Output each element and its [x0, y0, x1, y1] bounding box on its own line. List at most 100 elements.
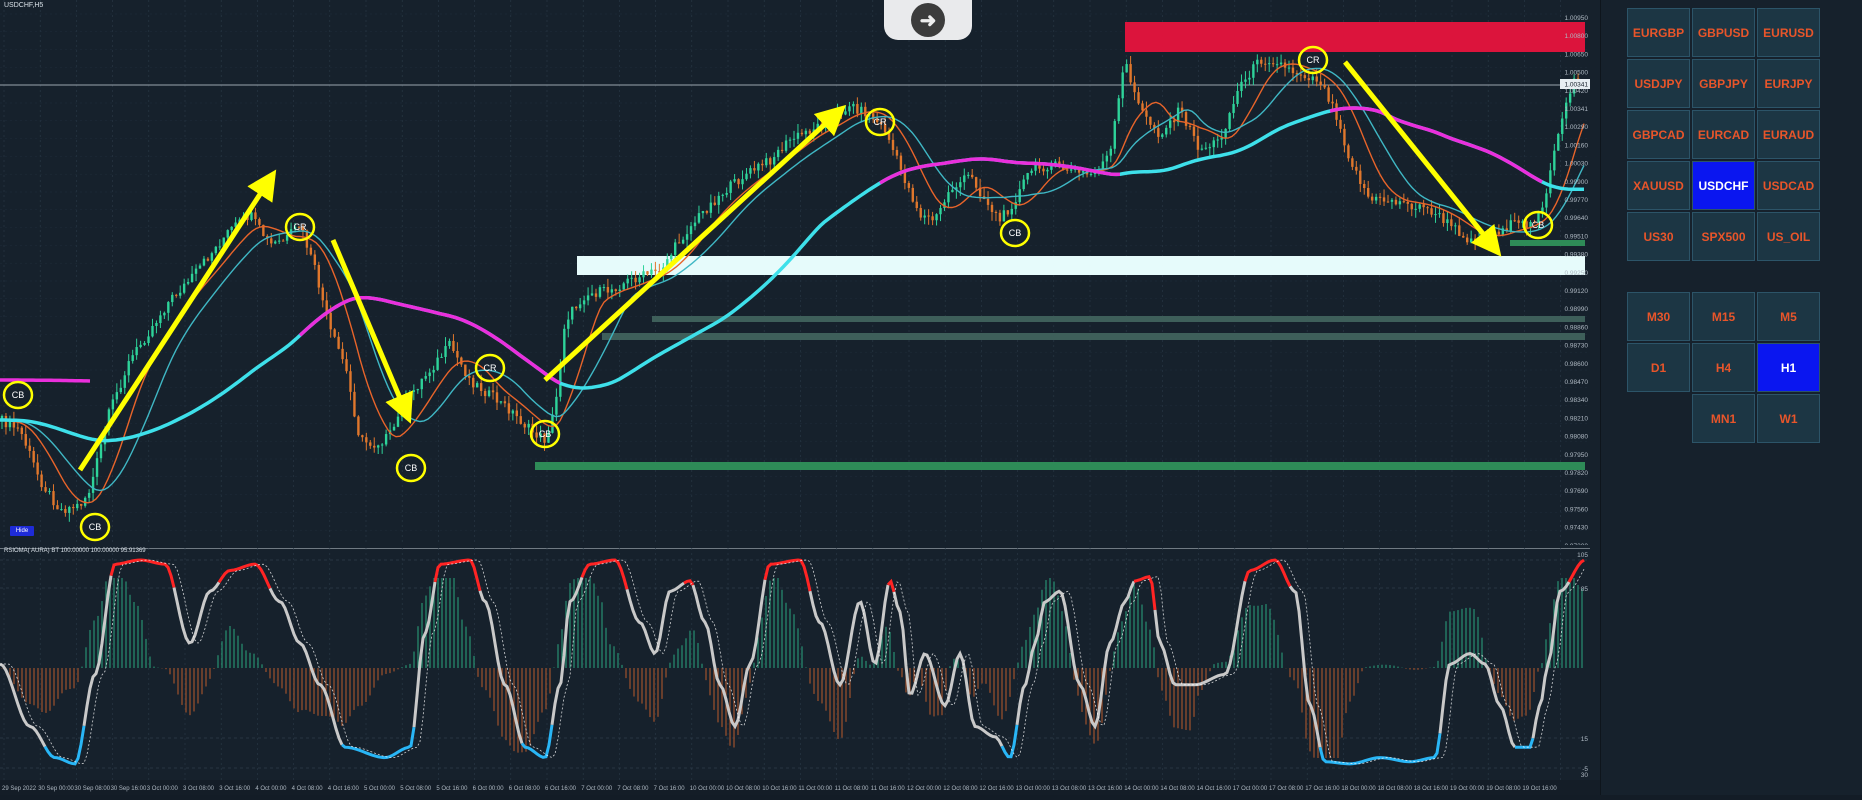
candle-body — [1275, 64, 1279, 66]
price-axis-label: 0.99120 — [1565, 288, 1589, 295]
candle-body — [1149, 116, 1152, 125]
tile-h1[interactable]: H1 — [1757, 343, 1820, 392]
tile-eurcad[interactable]: EURCAD — [1692, 110, 1755, 159]
candle-body — [840, 111, 843, 115]
tile-eurjpy[interactable]: EURJPY — [1757, 59, 1820, 108]
candle-body — [80, 503, 83, 506]
tile-us_oil[interactable]: US_OIL — [1757, 212, 1820, 261]
tile-euraud[interactable]: EURAUD — [1757, 110, 1820, 159]
candle-body — [1418, 204, 1421, 209]
candle-body — [1351, 158, 1354, 167]
candle-body — [1240, 81, 1243, 92]
candle-body — [971, 174, 974, 178]
tile-gbpcad[interactable]: GBPCAD — [1627, 110, 1690, 159]
candle-body — [1517, 220, 1520, 223]
support-line-minor-2 — [602, 333, 1585, 340]
signal-marker-label: CB — [1009, 228, 1022, 238]
candle-body — [163, 312, 166, 316]
candle-body — [1319, 81, 1322, 86]
candle-body — [380, 444, 384, 446]
tile-us30[interactable]: US30 — [1627, 212, 1690, 261]
tile-m15[interactable]: M15 — [1692, 292, 1755, 341]
oscillator-chart[interactable]: 1058515-530 — [0, 548, 1590, 780]
candle-body — [16, 427, 20, 429]
candle-body — [1184, 112, 1188, 126]
candle-body — [800, 132, 804, 135]
tile-mn1[interactable]: MN1 — [1692, 394, 1755, 443]
ma-slow-pink-segment-0 — [0, 378, 91, 383]
candle-body — [1188, 125, 1192, 127]
tile-spx500[interactable]: SPX500 — [1692, 212, 1755, 261]
candle-body — [856, 103, 859, 114]
time-axis-label: 3 Oct 00:00 — [147, 786, 179, 792]
candle-body — [1291, 67, 1295, 74]
candle-body — [503, 401, 507, 404]
tile-d1[interactable]: D1 — [1627, 343, 1690, 392]
candle-body — [1026, 173, 1029, 180]
candle-body — [951, 189, 954, 193]
candle-body — [186, 282, 190, 284]
resistance-zone — [1125, 22, 1585, 52]
candle-body — [753, 168, 756, 171]
candle-body — [523, 423, 526, 428]
tile-m5[interactable]: M5 — [1757, 292, 1820, 341]
candle-body — [1109, 148, 1112, 156]
candle-body — [1561, 118, 1564, 134]
candle-body — [1121, 72, 1124, 99]
tile-gbpusd[interactable]: GBPUSD — [1692, 8, 1755, 57]
candle-body — [1101, 161, 1105, 170]
candle-body — [1553, 150, 1556, 171]
candle-body — [432, 369, 435, 373]
candle-body — [1117, 98, 1120, 122]
time-axis-label: 11 Oct 00:00 — [798, 786, 833, 792]
time-axis-label: 7 Oct 00:00 — [581, 786, 613, 792]
symbol-title: USDCHF,H5 — [4, 2, 44, 9]
price-axis-label: 0.97820 — [1565, 470, 1589, 477]
time-axis-label: 6 Oct 16:00 — [545, 786, 577, 792]
candle-body — [1137, 92, 1140, 104]
time-axis-label: 17 Oct 00:00 — [1233, 786, 1268, 792]
candle-body — [1545, 193, 1548, 208]
tile-w1[interactable]: W1 — [1757, 394, 1820, 443]
candle-body — [745, 173, 748, 180]
candle-body — [99, 444, 103, 459]
candle-body — [998, 212, 1002, 222]
tile-h4[interactable]: H4 — [1692, 343, 1755, 392]
candle-body — [852, 103, 855, 107]
price-axis-label: 0.99250 — [1565, 270, 1589, 277]
time-axis-label: 5 Oct 00:00 — [364, 786, 396, 792]
tile-xauusd[interactable]: XAUUSD — [1627, 161, 1690, 210]
candle-body — [392, 426, 396, 431]
tile-eurgbp[interactable]: EURGBP — [1627, 8, 1690, 57]
candle-body — [483, 390, 487, 397]
hide-button[interactable]: Hide — [10, 526, 34, 536]
tile-usdchf[interactable]: USDCHF — [1692, 161, 1755, 210]
price-axis-label: 0.97690 — [1565, 488, 1589, 495]
candle-body — [693, 222, 697, 227]
candle-body — [1303, 75, 1307, 79]
support-line-minor-1 — [652, 316, 1585, 322]
tile-m30[interactable]: M30 — [1627, 292, 1690, 341]
signal-marker-label: CB — [1532, 220, 1545, 230]
candle-body — [76, 503, 79, 509]
candle-body — [1070, 169, 1073, 171]
price-axis-label: 0.97300 — [1565, 543, 1589, 545]
candle-body — [444, 346, 447, 357]
candle-body — [424, 376, 427, 379]
tile-usdcad[interactable]: USDCAD — [1757, 161, 1820, 210]
remote-control-button[interactable]: ➜ — [884, 0, 972, 40]
price-chart[interactable]: CB CB CR CB CR CB CR CB CR CB 1.00950 1.00800 1.006… — [0, 0, 1590, 545]
price-axis-label: 0.98600 — [1565, 361, 1589, 368]
trading-terminal: CB CB CR CB CR CB CR CB CR CB 1.00950 1.00800 1.006… — [0, 0, 1862, 795]
time-axis-label: 14 Oct 16:00 — [1197, 786, 1232, 792]
tile-gbpjpy[interactable]: GBPJPY — [1692, 59, 1755, 108]
candle-body — [151, 325, 154, 337]
tile-usdjpy[interactable]: USDJPY — [1627, 59, 1690, 108]
candle-body — [729, 181, 732, 193]
tile-eurusd[interactable]: EURUSD — [1757, 8, 1820, 57]
candle-body — [1030, 170, 1033, 174]
candle-body — [472, 377, 475, 388]
candle-body — [598, 287, 602, 297]
candle-body — [95, 458, 99, 477]
support-line-right — [1510, 240, 1585, 246]
